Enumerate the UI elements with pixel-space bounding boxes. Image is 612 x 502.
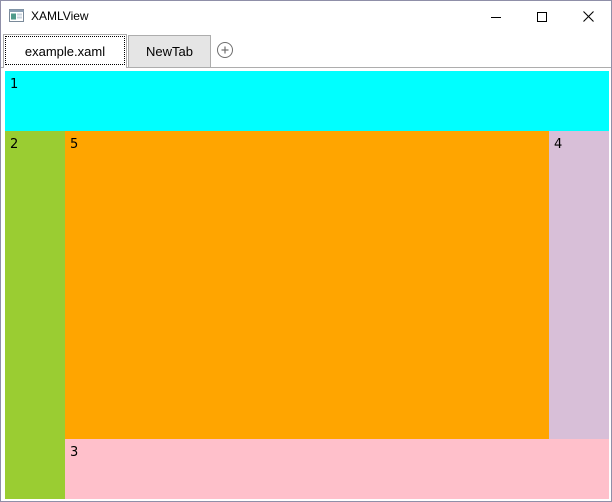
cell-label: 3 [70,445,79,460]
tab-strip: example.xaml NewTab [1,32,611,68]
cell-label: 2 [10,137,19,152]
grid-cell-1: 1 [5,71,609,131]
grid-cell-3: 3 [65,439,609,499]
cell-label: 1 [10,77,19,92]
app-window: XAMLView example.xaml NewTab 1 2 5 4 3 [0,0,612,502]
window-title: XAMLView [31,9,89,23]
tab-example-xaml[interactable]: example.xaml [3,34,127,68]
close-button[interactable] [565,1,611,32]
title-bar[interactable]: XAMLView [1,1,611,32]
app-window-icon [9,9,24,22]
grid-panel: 1 2 5 4 3 [5,71,609,499]
minimize-icon [491,16,501,18]
grid-cell-2: 2 [5,131,65,499]
minimize-button[interactable] [473,1,519,32]
close-icon [582,11,594,22]
tab-label: example.xaml [24,44,106,59]
tab-label: NewTab [146,44,193,59]
grid-cell-4: 4 [549,131,609,439]
tab-newtab[interactable]: NewTab [128,35,211,67]
maximize-button[interactable] [519,1,565,32]
grid-cell-5: 5 [65,131,549,439]
maximize-icon [537,11,547,22]
cell-label: 4 [554,137,563,152]
add-circle-icon[interactable] [216,41,234,59]
cell-label: 5 [70,137,79,152]
